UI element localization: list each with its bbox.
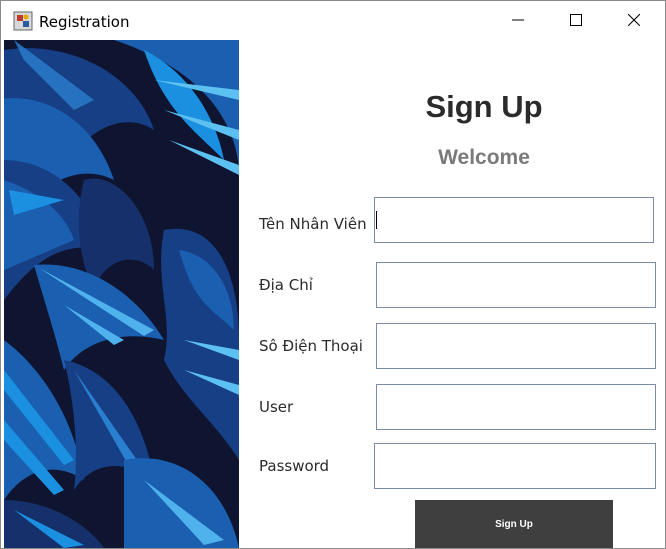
user-label: User <box>259 398 294 416</box>
signup-title: Sign Up <box>425 89 543 124</box>
java-app-icon <box>13 11 33 31</box>
password-label: Password <box>259 457 330 475</box>
maximize-icon <box>570 14 582 26</box>
registration-window: Registration Sign Up Welcome Tên Nhân Vi… <box>0 0 666 549</box>
address-label: Địa Chỉ <box>259 276 313 294</box>
close-button[interactable] <box>605 1 663 39</box>
tropical-leaves-illustration <box>4 40 239 548</box>
user-input[interactable] <box>376 384 656 430</box>
title-bar[interactable]: Registration <box>1 1 665 39</box>
password-input[interactable] <box>374 443 656 489</box>
minimize-icon <box>512 19 524 21</box>
welcome-subtitle: Welcome <box>438 146 530 169</box>
employee-name-label: Tên Nhân Viên <box>259 215 367 233</box>
employee-name-input[interactable] <box>374 197 654 243</box>
window-title: Registration <box>39 13 130 31</box>
minimize-button[interactable] <box>489 1 547 39</box>
signup-button[interactable]: Sign Up <box>415 500 613 548</box>
maximize-button[interactable] <box>547 1 605 39</box>
text-caret <box>376 211 377 229</box>
address-input[interactable] <box>376 262 656 308</box>
phone-input[interactable] <box>376 323 656 369</box>
phone-label: Sô Điện Thoại <box>259 337 363 355</box>
decorative-leaf-image <box>4 40 239 548</box>
close-icon <box>628 14 640 26</box>
form-panel: Sign Up Welcome Tên Nhân Viên Địa Chỉ Sô… <box>239 40 665 548</box>
